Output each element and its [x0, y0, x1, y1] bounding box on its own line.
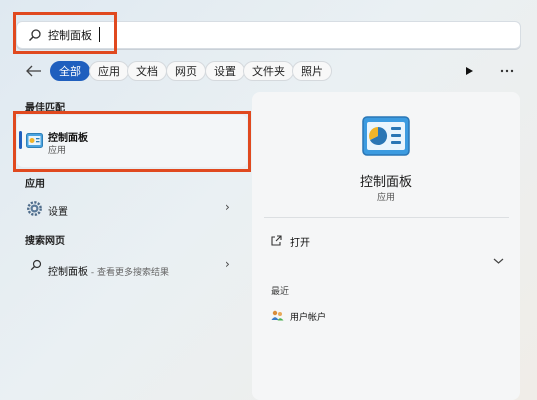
web-search-query: 控制面板 — [48, 267, 88, 278]
filter-chip-settings[interactable]: 设置 — [205, 61, 245, 81]
open-icon — [271, 235, 282, 246]
control-panel-large-icon — [362, 116, 410, 156]
app-item-settings-label: 设置 — [48, 207, 68, 218]
recent-item-label: 用户帐户 — [290, 313, 327, 323]
filter-chip-all[interactable]: 全部 — [50, 61, 90, 81]
section-apps: 应用 — [25, 179, 45, 190]
filter-chip-apps[interactable]: 应用 — [89, 61, 129, 81]
filter-chip-documents[interactable]: 文档 — [127, 61, 167, 81]
gear-icon — [27, 201, 42, 216]
chevron-right-icon: › — [225, 200, 230, 214]
highlight-box-search — [13, 12, 117, 54]
search-icon — [30, 259, 42, 271]
users-icon — [271, 310, 284, 321]
section-web: 搜索网页 — [25, 236, 65, 247]
recent-heading: 最近 — [271, 287, 290, 297]
filter-chip-web[interactable]: 网页 — [166, 61, 206, 81]
chevron-right-icon: › — [225, 257, 230, 271]
web-search-text: 控制面板 - 查看更多搜索结果 — [48, 260, 169, 279]
open-action-label: 打开 — [290, 238, 310, 249]
detail-subtitle: 应用 — [376, 193, 395, 203]
play-icon[interactable] — [464, 66, 474, 76]
filter-chip-folders[interactable]: 文件夹 — [243, 61, 294, 81]
highlight-box-result — [13, 111, 251, 172]
detail-title: 控制面板 — [359, 175, 412, 190]
divider — [264, 217, 509, 218]
more-options-icon[interactable] — [499, 69, 515, 73]
web-search-hint: - 查看更多搜索结果 — [88, 268, 169, 278]
filter-chip-photos[interactable]: 照片 — [292, 61, 332, 81]
chevron-down-icon[interactable] — [493, 257, 504, 265]
back-arrow-icon[interactable] — [24, 63, 44, 79]
